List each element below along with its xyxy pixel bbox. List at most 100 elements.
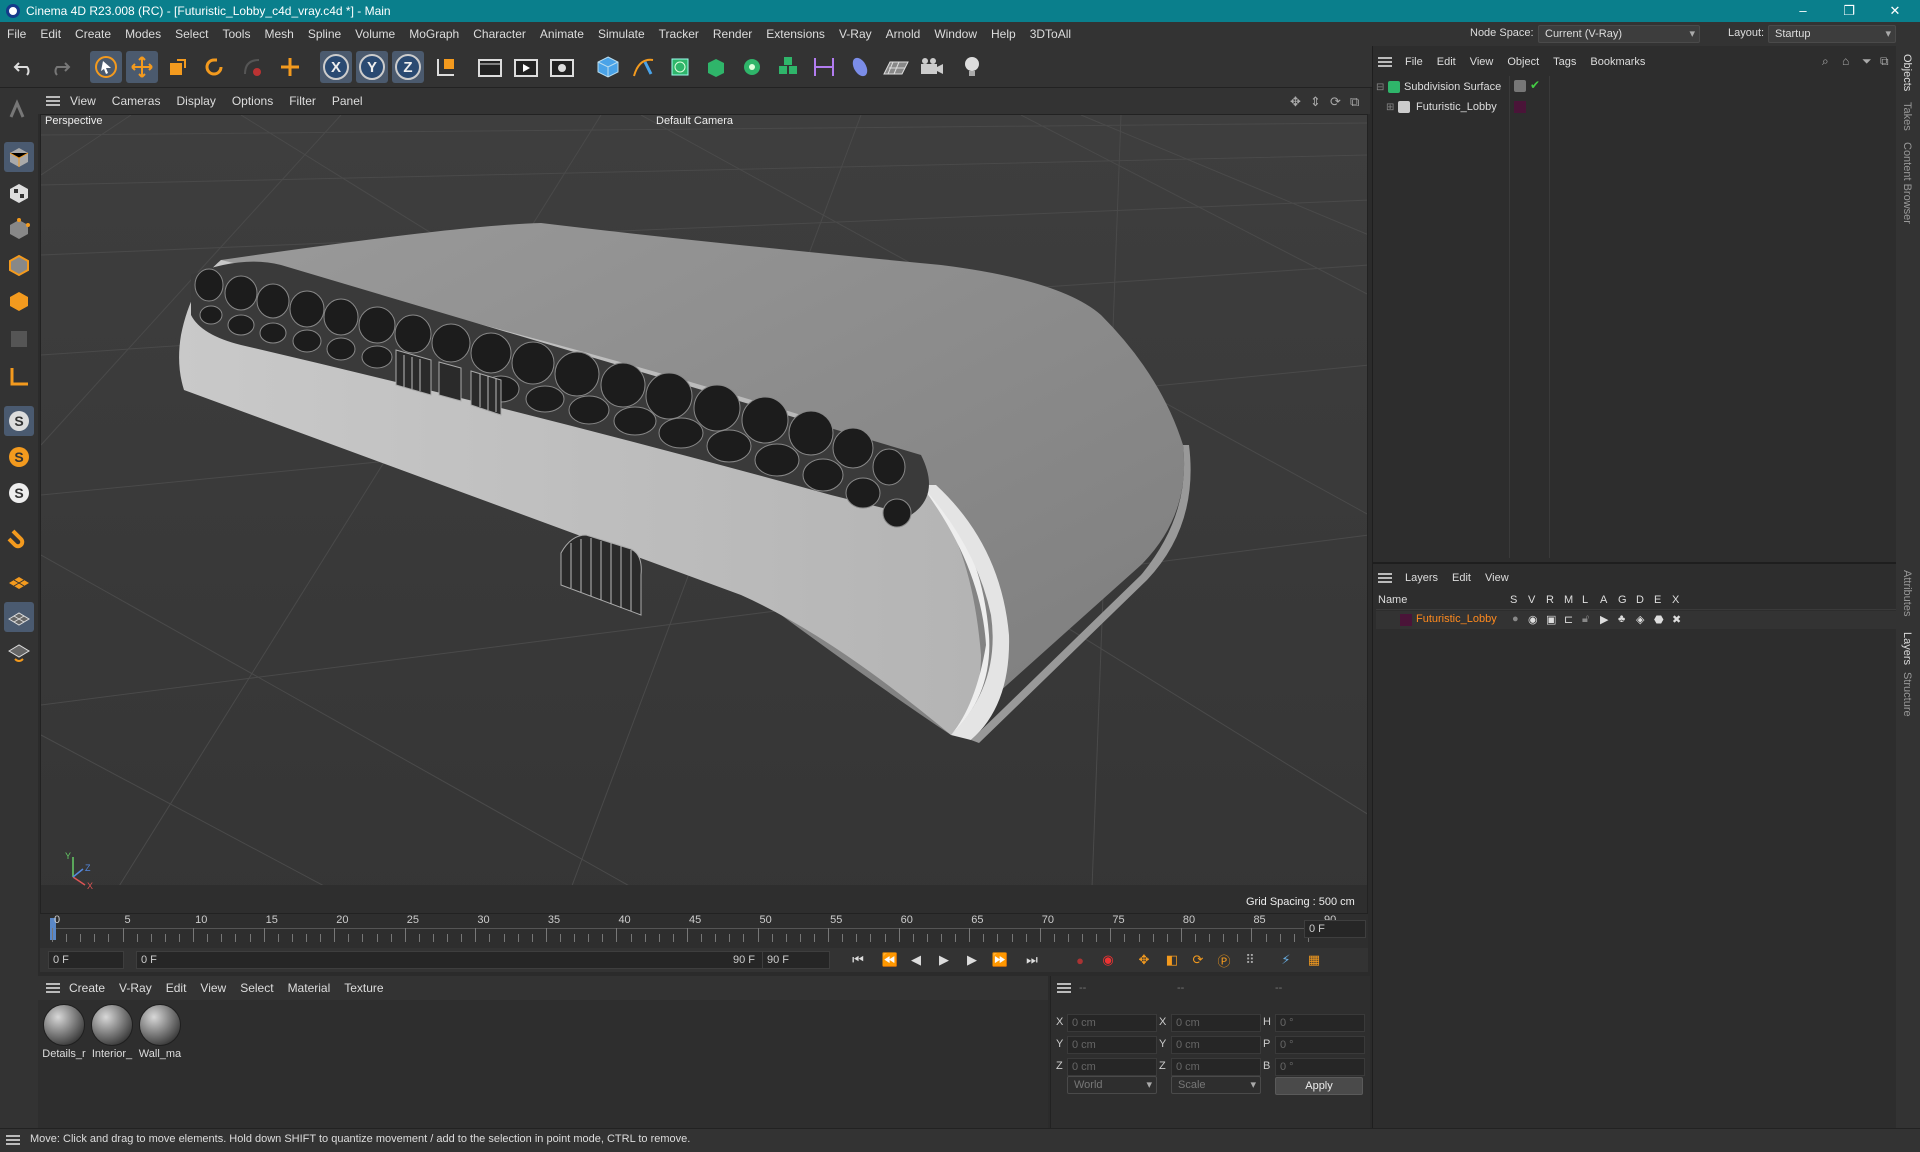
size-y-field[interactable]: 0 cm: [1171, 1036, 1261, 1054]
object-menu-tags[interactable]: Tags: [1546, 56, 1583, 68]
lock-z-axis-button[interactable]: Z: [392, 51, 424, 83]
menu-arnold[interactable]: Arnold: [879, 22, 928, 46]
render-view-icon[interactable]: [474, 51, 506, 83]
camera-object-icon[interactable]: [916, 51, 948, 83]
rot-b-field[interactable]: 0 °: [1275, 1058, 1365, 1076]
start-frame-field[interactable]: 0 F: [48, 951, 124, 969]
play-icon[interactable]: ▶: [934, 950, 954, 970]
timeline-window-icon[interactable]: ▦: [1304, 950, 1324, 970]
tab-structure[interactable]: Structure: [1901, 672, 1913, 717]
rot-h-field[interactable]: 0 °: [1275, 1014, 1365, 1032]
menu-mesh[interactable]: Mesh: [257, 22, 300, 46]
layer-solo-icon[interactable]: ●: [1512, 613, 1519, 625]
coordinate-system-icon[interactable]: [430, 51, 462, 83]
object-row-lobby[interactable]: ⊞ Futuristic_Lobby: [1386, 98, 1526, 116]
spline-pen-icon[interactable]: [628, 51, 660, 83]
layer-color-swatch[interactable]: [1400, 614, 1412, 626]
object-menu-file[interactable]: File: [1398, 56, 1430, 68]
viewport-pan-icon[interactable]: ✥: [1290, 94, 1301, 110]
object-menu-bookmarks[interactable]: Bookmarks: [1583, 56, 1652, 68]
material-menu-edit[interactable]: Edit: [159, 981, 194, 995]
material-menu-view[interactable]: View: [193, 981, 233, 995]
menu-window[interactable]: Window: [927, 22, 984, 46]
motion-clip-icon[interactable]: ⚡: [1276, 950, 1296, 970]
viewport-camera-label[interactable]: Default Camera: [656, 115, 733, 127]
key-param-icon[interactable]: Ⓟ: [1214, 950, 1234, 970]
grid-workplane-icon[interactable]: [4, 602, 34, 632]
end-frame-field[interactable]: 90 F: [762, 951, 830, 969]
timeline-ruler[interactable]: 051015202530354045505560657075808590 0 F: [40, 914, 1368, 948]
rotate-tool-icon[interactable]: [198, 51, 230, 83]
status-hamburger-icon[interactable]: [6, 1135, 20, 1145]
viewport-menu-view[interactable]: View: [62, 94, 104, 108]
material-menu-vray[interactable]: V-Ray: [112, 981, 159, 995]
object-menu-object[interactable]: Object: [1500, 56, 1546, 68]
subdivision-surface-icon[interactable]: [664, 51, 696, 83]
coords-hamburger-icon[interactable]: [1057, 983, 1071, 993]
move-tool-icon[interactable]: [126, 51, 158, 83]
cube-object-icon[interactable]: [592, 51, 624, 83]
pos-x-field[interactable]: 0 cm: [1067, 1014, 1157, 1032]
object-hamburger-icon[interactable]: [1378, 57, 1392, 67]
current-frame-field[interactable]: 0 F: [1304, 920, 1366, 938]
object-row-subdivision[interactable]: ⊟ Subdivision Surface: [1376, 78, 1512, 96]
menu-render[interactable]: Render: [706, 22, 759, 46]
viewport-hamburger-icon[interactable]: [46, 96, 60, 106]
material-menu-select[interactable]: Select: [233, 981, 280, 995]
menu-file[interactable]: File: [0, 22, 33, 46]
quantize-icon[interactable]: S: [4, 478, 34, 508]
uv-mode-icon[interactable]: [4, 324, 34, 354]
model-mode-icon[interactable]: [4, 142, 34, 172]
layer-deformers-icon[interactable]: ◈: [1636, 613, 1644, 626]
viewport-zoom-icon[interactable]: ⇕: [1310, 94, 1321, 110]
size-z-field[interactable]: 0 cm: [1171, 1058, 1261, 1076]
key-scale-icon[interactable]: ◧: [1162, 950, 1182, 970]
edit-toggle-icon[interactable]: [1514, 80, 1526, 92]
coordinate-space-dropdown[interactable]: World: [1067, 1076, 1157, 1094]
layer-xrefs-icon[interactable]: ✖: [1672, 613, 1681, 626]
extrude-generator-icon[interactable]: [700, 51, 732, 83]
object-search-icon[interactable]: ⌕: [1822, 54, 1829, 69]
tab-attributes[interactable]: Attributes: [1901, 570, 1913, 616]
size-mode-dropdown[interactable]: Scale: [1171, 1076, 1261, 1094]
layer-menu-edit[interactable]: Edit: [1445, 572, 1478, 584]
world-axis-icon[interactable]: [274, 51, 306, 83]
object-new-window-icon[interactable]: ⧉: [1880, 54, 1889, 69]
snap-settings-icon[interactable]: S: [4, 442, 34, 472]
planar-workplane-icon[interactable]: [4, 638, 34, 668]
render-picture-viewer-icon[interactable]: [510, 51, 542, 83]
goto-start-icon[interactable]: ⏮: [848, 950, 868, 970]
undo-button[interactable]: [8, 51, 40, 83]
tab-layers[interactable]: Layers: [1901, 632, 1913, 665]
goto-end-icon[interactable]: ⏭: [1022, 950, 1042, 970]
menu-select[interactable]: Select: [168, 22, 215, 46]
object-menu-view[interactable]: View: [1463, 56, 1501, 68]
layer-render-icon[interactable]: ▣: [1546, 613, 1556, 626]
material-swatch[interactable]: Wall_ma: [138, 1004, 182, 1060]
tree-expand-icon[interactable]: ⊞: [1386, 102, 1398, 113]
make-editable-icon[interactable]: [4, 94, 34, 124]
viewport-3d[interactable]: Y X Z: [40, 114, 1368, 914]
viewport-menu-filter[interactable]: Filter: [281, 94, 324, 108]
menu-animate[interactable]: Animate: [533, 22, 591, 46]
menu-3dtoall[interactable]: 3DToAll: [1023, 22, 1078, 46]
tree-expand-icon[interactable]: ⊟: [1376, 82, 1388, 93]
restore-button[interactable]: ❐: [1826, 0, 1872, 22]
recent-tool-icon[interactable]: [236, 51, 268, 83]
viewport-menu-cameras[interactable]: Cameras: [104, 94, 169, 108]
menu-mograph[interactable]: MoGraph: [402, 22, 466, 46]
prev-key-icon[interactable]: ⏪: [880, 950, 900, 970]
minimize-button[interactable]: –: [1780, 0, 1826, 22]
measure-tool-icon[interactable]: [808, 51, 840, 83]
menu-tools[interactable]: Tools: [215, 22, 257, 46]
mograph-cubes-icon[interactable]: [772, 51, 804, 83]
menu-spline[interactable]: Spline: [301, 22, 348, 46]
viewport-rotate-icon[interactable]: ⟳: [1330, 94, 1341, 110]
key-rotation-icon[interactable]: ⟳: [1188, 950, 1208, 970]
next-frame-icon[interactable]: ▶: [962, 950, 982, 970]
floor-object-icon[interactable]: [880, 51, 912, 83]
menu-create[interactable]: Create: [68, 22, 118, 46]
close-button[interactable]: ✕: [1872, 0, 1918, 22]
lock-x-axis-button[interactable]: X: [320, 51, 352, 83]
material-swatch[interactable]: Interior_: [90, 1004, 134, 1060]
